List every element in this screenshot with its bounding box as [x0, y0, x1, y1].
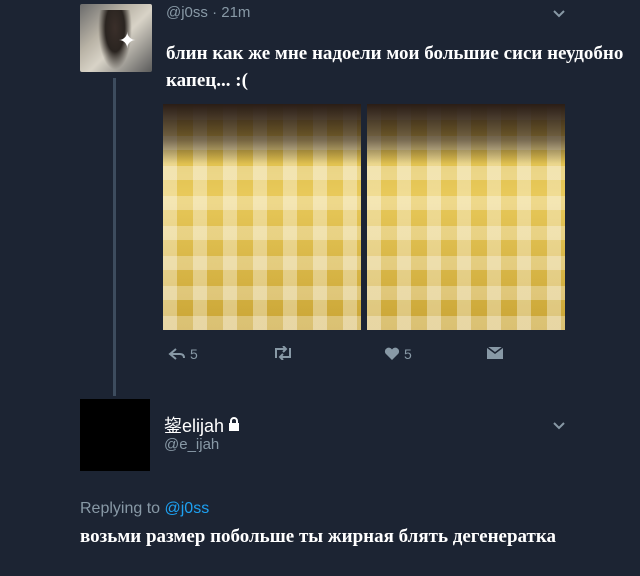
like-button[interactable]: 5	[384, 346, 412, 362]
author-name-row[interactable]: 鋆elijah	[164, 412, 240, 438]
retweet-icon	[272, 346, 294, 360]
reply-icon	[168, 347, 186, 361]
tweet-photo[interactable]	[163, 104, 361, 330]
author-handle[interactable]: @j0ss	[166, 4, 208, 21]
dm-button[interactable]	[486, 346, 504, 360]
dm-icon	[486, 346, 504, 360]
sparkle-icon: ✦	[118, 28, 137, 53]
reply-count: 5	[190, 346, 198, 362]
thread-line	[113, 78, 116, 396]
chevron-down-icon[interactable]	[552, 6, 566, 22]
tweet-text: блин как же мне надоели мои большие сиси…	[166, 43, 624, 91]
author-name: 鋆elijah	[164, 416, 225, 436]
author-handle[interactable]: @e_ijah	[164, 436, 219, 453]
chevron-down-icon[interactable]	[552, 418, 566, 434]
like-count: 5	[404, 346, 412, 362]
reply-text: возьми размер побольше ты жирная блять д…	[80, 526, 557, 547]
mention-link[interactable]: @j0ss	[165, 500, 210, 517]
reply-button[interactable]: 5	[168, 346, 198, 362]
like-icon	[384, 347, 400, 361]
lock-icon	[228, 415, 240, 436]
tweet-photo[interactable]	[367, 104, 565, 330]
replying-to: Replying to @j0ss	[80, 500, 209, 518]
retweet-button[interactable]	[272, 346, 294, 360]
avatar[interactable]	[80, 399, 150, 471]
tweet-time[interactable]: · 21m	[212, 4, 250, 21]
avatar[interactable]: ✦	[80, 4, 152, 72]
tweet-meta: @j0ss · 21m	[166, 4, 250, 21]
replying-label: Replying to	[80, 500, 161, 517]
